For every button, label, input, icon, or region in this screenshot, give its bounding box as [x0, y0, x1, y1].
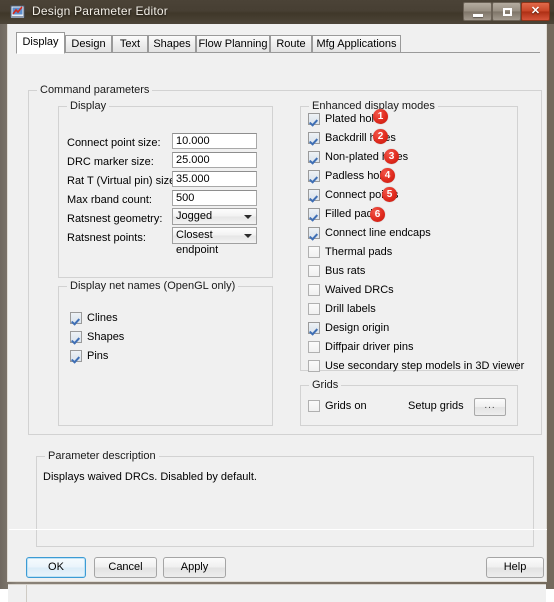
- checkbox-icon: [308, 208, 320, 220]
- annotation-badge-3: 3: [384, 149, 399, 164]
- parameter-description-text: Displays waived DRCs. Disabled by defaul…: [43, 471, 257, 483]
- minimize-button[interactable]: [463, 2, 492, 21]
- enhanced-display-modes-title: Enhanced display modes: [309, 100, 438, 112]
- connect-point-size-input[interactable]: 10.000: [172, 133, 257, 149]
- maximize-button[interactable]: [492, 2, 521, 21]
- checkbox-icon: [70, 331, 82, 343]
- annotation-badge-2: 2: [373, 129, 388, 144]
- checkbox-icon: [308, 360, 320, 372]
- annotation-badge-1: 1: [373, 109, 388, 124]
- ratsnest-geometry-value: Jogged: [176, 210, 213, 222]
- annotation-badge-4: 4: [380, 168, 395, 183]
- tab-text[interactable]: Text: [112, 35, 148, 53]
- app-chart-icon: [10, 5, 25, 18]
- checkbox-icon: [70, 350, 82, 362]
- checkbox-icon: [308, 132, 320, 144]
- drc-marker-size-label: DRC marker size:: [67, 156, 154, 168]
- checkbox-icon: [308, 265, 320, 277]
- parameter-description-title: Parameter description: [45, 450, 159, 462]
- checkbox-label: Bus rats: [325, 265, 366, 277]
- checkbox-label: Waived DRCs: [325, 284, 394, 296]
- checkbox-label: Drill labels: [325, 303, 376, 315]
- dialog-client-area: Display Design Text Shapes Flow Planning…: [7, 24, 547, 602]
- tab-shapes[interactable]: Shapes: [148, 35, 196, 53]
- connect-point-size-label: Connect point size:: [67, 137, 161, 149]
- chevron-down-icon: [240, 209, 255, 224]
- application-window: Design Parameter Editor ✕ Display Design…: [0, 0, 554, 602]
- max-rband-count-input[interactable]: 500: [172, 190, 257, 206]
- setup-grids-label: Setup grids: [408, 400, 464, 412]
- parameter-description-group: Parameter description: [36, 450, 534, 547]
- checkbox-label: Diffpair driver pins: [325, 341, 414, 353]
- status-bar-divider: [26, 585, 27, 602]
- checkbox-icon: [308, 151, 320, 163]
- checkbox-label: Use secondary step models in 3D viewer: [325, 360, 525, 372]
- tab-display[interactable]: Display: [16, 32, 65, 54]
- tab-design[interactable]: Design: [65, 35, 112, 53]
- checkbox-icon: [308, 341, 320, 353]
- checkbox-label: Design origin: [325, 322, 390, 334]
- bottom-divider: [9, 529, 547, 530]
- annotation-badge-5: 5: [382, 187, 397, 202]
- close-icon: ✕: [530, 5, 541, 17]
- window-title: Design Parameter Editor: [32, 4, 168, 18]
- tab-flow-planning[interactable]: Flow Planning: [196, 35, 270, 53]
- display-net-names-title: Display net names (OpenGL only): [67, 280, 239, 292]
- command-parameters-title: Command parameters: [37, 84, 153, 96]
- status-bar: [8, 584, 546, 602]
- checkbox-icon: [308, 246, 320, 258]
- chevron-down-icon: [240, 228, 255, 243]
- checkbox-label: Shapes: [87, 331, 125, 343]
- ratsnest-points-label: Ratsnest points:: [67, 232, 146, 244]
- drc-marker-size-input[interactable]: 25.000: [172, 152, 257, 168]
- minimize-icon: [473, 14, 483, 17]
- display-group-title: Display: [67, 100, 110, 112]
- ratsnest-points-select[interactable]: Closest endpoint: [172, 227, 257, 256]
- maximize-icon: [503, 8, 512, 16]
- close-button[interactable]: ✕: [521, 2, 550, 21]
- checkbox-label: Connect line endcaps: [325, 227, 431, 239]
- ok-button[interactable]: OK: [26, 557, 86, 578]
- tab-mfg-applications[interactable]: Mfg Applications: [312, 35, 401, 53]
- title-bar[interactable]: Design Parameter Editor ✕: [0, 0, 554, 24]
- checkbox-icon: [308, 400, 320, 412]
- checkbox-icon: [308, 284, 320, 296]
- checkbox-label: Thermal pads: [325, 246, 393, 258]
- rat-t-size-input[interactable]: 35.000: [172, 171, 257, 187]
- checkbox-icon: [308, 170, 320, 182]
- checkbox-icon: [70, 312, 82, 324]
- ratsnest-geometry-select[interactable]: Jogged: [172, 208, 257, 225]
- checkbox-icon: [308, 322, 320, 334]
- tab-strip: Display Design Text Shapes Flow Planning…: [16, 32, 540, 54]
- cancel-button[interactable]: Cancel: [94, 557, 157, 578]
- tab-route[interactable]: Route: [270, 35, 312, 53]
- checkbox-icon: [308, 303, 320, 315]
- checkbox-label: Clines: [87, 312, 118, 324]
- checkbox-icon: [308, 113, 320, 125]
- annotation-badge-6: 6: [370, 207, 385, 222]
- setup-grids-button[interactable]: ...: [474, 398, 506, 416]
- max-rband-count-label: Max rband count:: [67, 194, 152, 206]
- checkbox-label: Grids on: [325, 400, 367, 412]
- checkbox-label: Pins: [87, 350, 109, 362]
- dialog-button-bar: OK Cancel Apply Help: [8, 557, 546, 583]
- checkbox-icon: [308, 189, 320, 201]
- ratsnest-geometry-label: Ratsnest geometry:: [67, 213, 163, 225]
- apply-button[interactable]: Apply: [163, 557, 226, 578]
- grids-group-title: Grids: [309, 379, 342, 391]
- checkbox-icon: [308, 227, 320, 239]
- ratsnest-points-value: Closest endpoint: [176, 229, 219, 256]
- rat-t-size-label: Rat T (Virtual pin) size:: [67, 175, 179, 187]
- help-button[interactable]: Help: [486, 557, 544, 578]
